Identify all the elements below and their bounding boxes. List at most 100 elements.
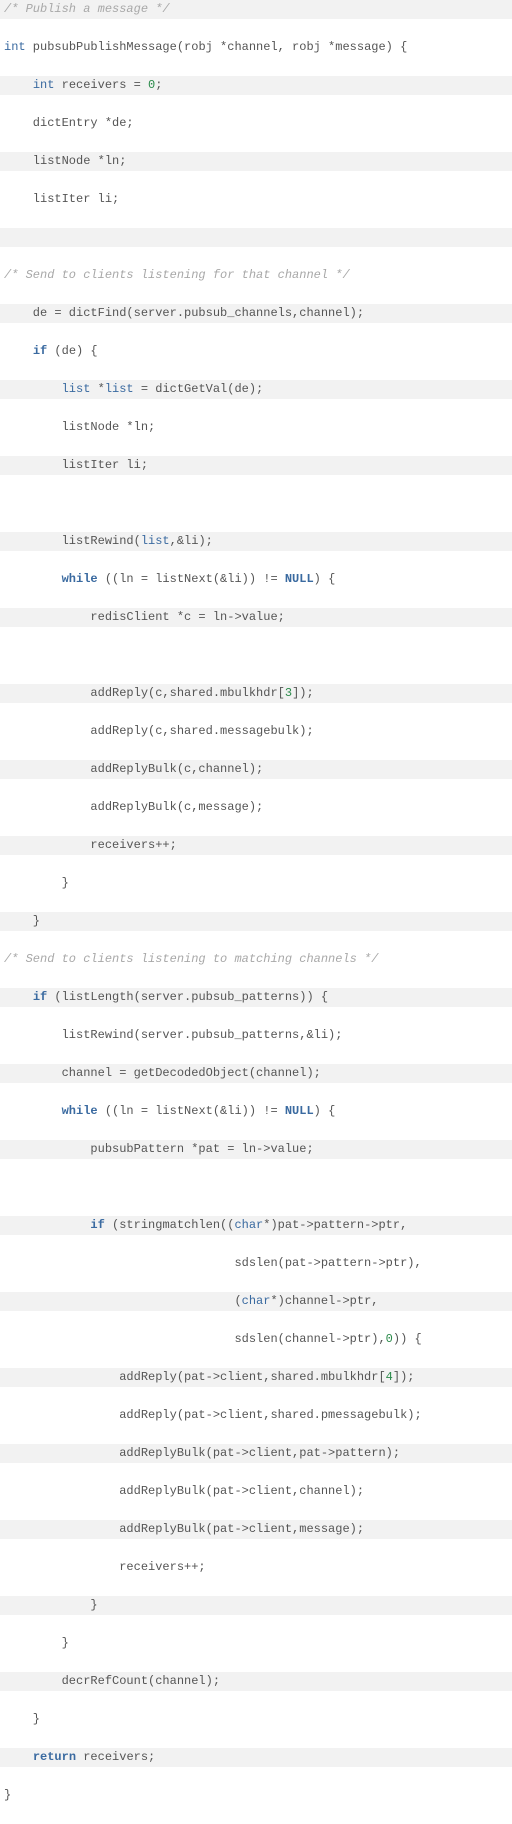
code-token: ((ln = listNext(&li)) !=: [98, 572, 285, 586]
code-token: de = dictFind(server.pubsub_channels,cha…: [4, 306, 364, 320]
code-token: /* Publish a message */: [4, 2, 170, 16]
code-line: listRewind(list,&li);: [0, 532, 512, 551]
code-token: [4, 1218, 90, 1232]
code-line: listIter li;: [0, 190, 512, 209]
code-token: list: [62, 382, 91, 396]
code-token: listNode *ln;: [4, 420, 155, 434]
code-token: return: [33, 1750, 76, 1764]
code-line: pubsubPattern *pat = ln->value;: [0, 1140, 512, 1159]
code-line: listNode *ln;: [0, 418, 512, 437]
code-line: addReply(c,shared.messagebulk);: [0, 722, 512, 741]
code-token: (: [4, 1294, 242, 1308]
code-line: [0, 1178, 512, 1197]
code-token: channel = getDecodedObject(channel);: [4, 1066, 321, 1080]
code-line: listIter li;: [0, 456, 512, 475]
code-token: listNode *ln;: [4, 154, 126, 168]
code-block: /* Publish a message */ int pubsubPublis…: [0, 0, 512, 1824]
code-token: addReplyBulk(pat->client,pat->pattern);: [4, 1446, 400, 1460]
code-token: }: [4, 1788, 11, 1802]
code-line: }: [0, 1634, 512, 1653]
code-line: dictEntry *de;: [0, 114, 512, 133]
code-line: addReply(c,shared.mbulkhdr[3]);: [0, 684, 512, 703]
code-line: }: [0, 1786, 512, 1805]
code-line: addReplyBulk(pat->client,pat->pattern);: [0, 1444, 512, 1463]
code-token: ]);: [292, 686, 314, 700]
code-line: if (stringmatchlen((char*)pat->pattern->…: [0, 1216, 512, 1235]
code-line: redisClient *c = ln->value;: [0, 608, 512, 627]
code-token: while: [62, 572, 98, 586]
code-token: (stringmatchlen((: [105, 1218, 235, 1232]
code-line: while ((ln = listNext(&li)) != NULL) {: [0, 570, 512, 589]
code-token: list: [105, 382, 134, 396]
code-token: [4, 572, 62, 586]
code-token: NULL: [285, 572, 314, 586]
code-token: [4, 496, 11, 510]
code-token: addReplyBulk(pat->client,message);: [4, 1522, 364, 1536]
code-token: addReplyBulk(c,channel);: [4, 762, 263, 776]
code-token: = dictGetVal(de);: [134, 382, 264, 396]
code-token: listIter li;: [4, 192, 119, 206]
code-token: listIter li;: [4, 458, 148, 472]
code-token: [4, 230, 11, 244]
code-token: addReplyBulk(c,message);: [4, 800, 263, 814]
code-token: *)channel->ptr,: [270, 1294, 378, 1308]
code-line: /* Send to clients listening for that ch…: [0, 266, 512, 285]
code-token: ]);: [393, 1370, 415, 1384]
code-token: if: [33, 990, 47, 1004]
code-token: addReplyBulk(pat->client,channel);: [4, 1484, 364, 1498]
code-line: /* Publish a message */: [0, 0, 512, 19]
code-token: )) {: [393, 1332, 422, 1346]
code-token: sdslen(channel->ptr),: [4, 1332, 386, 1346]
code-token: ,&li);: [170, 534, 213, 548]
code-token: [4, 1180, 11, 1194]
code-token: listRewind(: [4, 534, 141, 548]
code-token: sdslen(pat->pattern->ptr),: [4, 1256, 422, 1270]
code-token: [4, 78, 33, 92]
code-line: addReplyBulk(c,channel);: [0, 760, 512, 779]
code-line: list *list = dictGetVal(de);: [0, 380, 512, 399]
code-line: if (de) {: [0, 342, 512, 361]
code-token: receivers++;: [4, 838, 177, 852]
code-token: [4, 1750, 33, 1764]
code-token: list: [141, 534, 170, 548]
code-line: int receivers = 0;: [0, 76, 512, 95]
code-line: /* Send to clients listening to matching…: [0, 950, 512, 969]
code-line: (char*)channel->ptr,: [0, 1292, 512, 1311]
code-token: int: [4, 40, 26, 54]
code-token: addReply(pat->client,shared.pmessagebulk…: [4, 1408, 422, 1422]
code-token: [4, 382, 62, 396]
code-line: }: [0, 1710, 512, 1729]
code-line: sdslen(channel->ptr),0)) {: [0, 1330, 512, 1349]
code-line: channel = getDecodedObject(channel);: [0, 1064, 512, 1083]
code-token: }: [4, 1712, 40, 1726]
code-line: receivers++;: [0, 1558, 512, 1577]
code-line: [0, 494, 512, 513]
code-token: }: [4, 876, 69, 890]
code-line: if (listLength(server.pubsub_patterns)) …: [0, 988, 512, 1007]
code-line: sdslen(pat->pattern->ptr),: [0, 1254, 512, 1273]
code-line: addReply(pat->client,shared.mbulkhdr[4])…: [0, 1368, 512, 1387]
code-token: addReply(c,shared.mbulkhdr[: [4, 686, 285, 700]
code-line: receivers++;: [0, 836, 512, 855]
code-token: (de) {: [47, 344, 97, 358]
code-line: listNode *ln;: [0, 152, 512, 171]
code-token: if: [33, 344, 47, 358]
code-token: addReply(pat->client,shared.mbulkhdr[: [4, 1370, 386, 1384]
code-line: }: [0, 874, 512, 893]
code-token: ) {: [314, 1104, 336, 1118]
code-line: }: [0, 912, 512, 931]
code-token: pubsubPublishMessage(robj *channel, robj…: [26, 40, 408, 54]
code-token: 4: [386, 1370, 393, 1384]
code-line: return receivers;: [0, 1748, 512, 1767]
code-token: redisClient *c = ln->value;: [4, 610, 285, 624]
code-line: listRewind(server.pubsub_patterns,&li);: [0, 1026, 512, 1045]
code-token: while: [62, 1104, 98, 1118]
code-token: char: [242, 1294, 271, 1308]
code-token: receivers =: [54, 78, 148, 92]
code-line: int pubsubPublishMessage(robj *channel, …: [0, 38, 512, 57]
code-line: addReplyBulk(pat->client,channel);: [0, 1482, 512, 1501]
code-token: /* Send to clients listening for that ch…: [4, 268, 350, 282]
code-token: dictEntry *de;: [4, 116, 134, 130]
code-token: int: [33, 78, 55, 92]
code-line: decrRefCount(channel);: [0, 1672, 512, 1691]
